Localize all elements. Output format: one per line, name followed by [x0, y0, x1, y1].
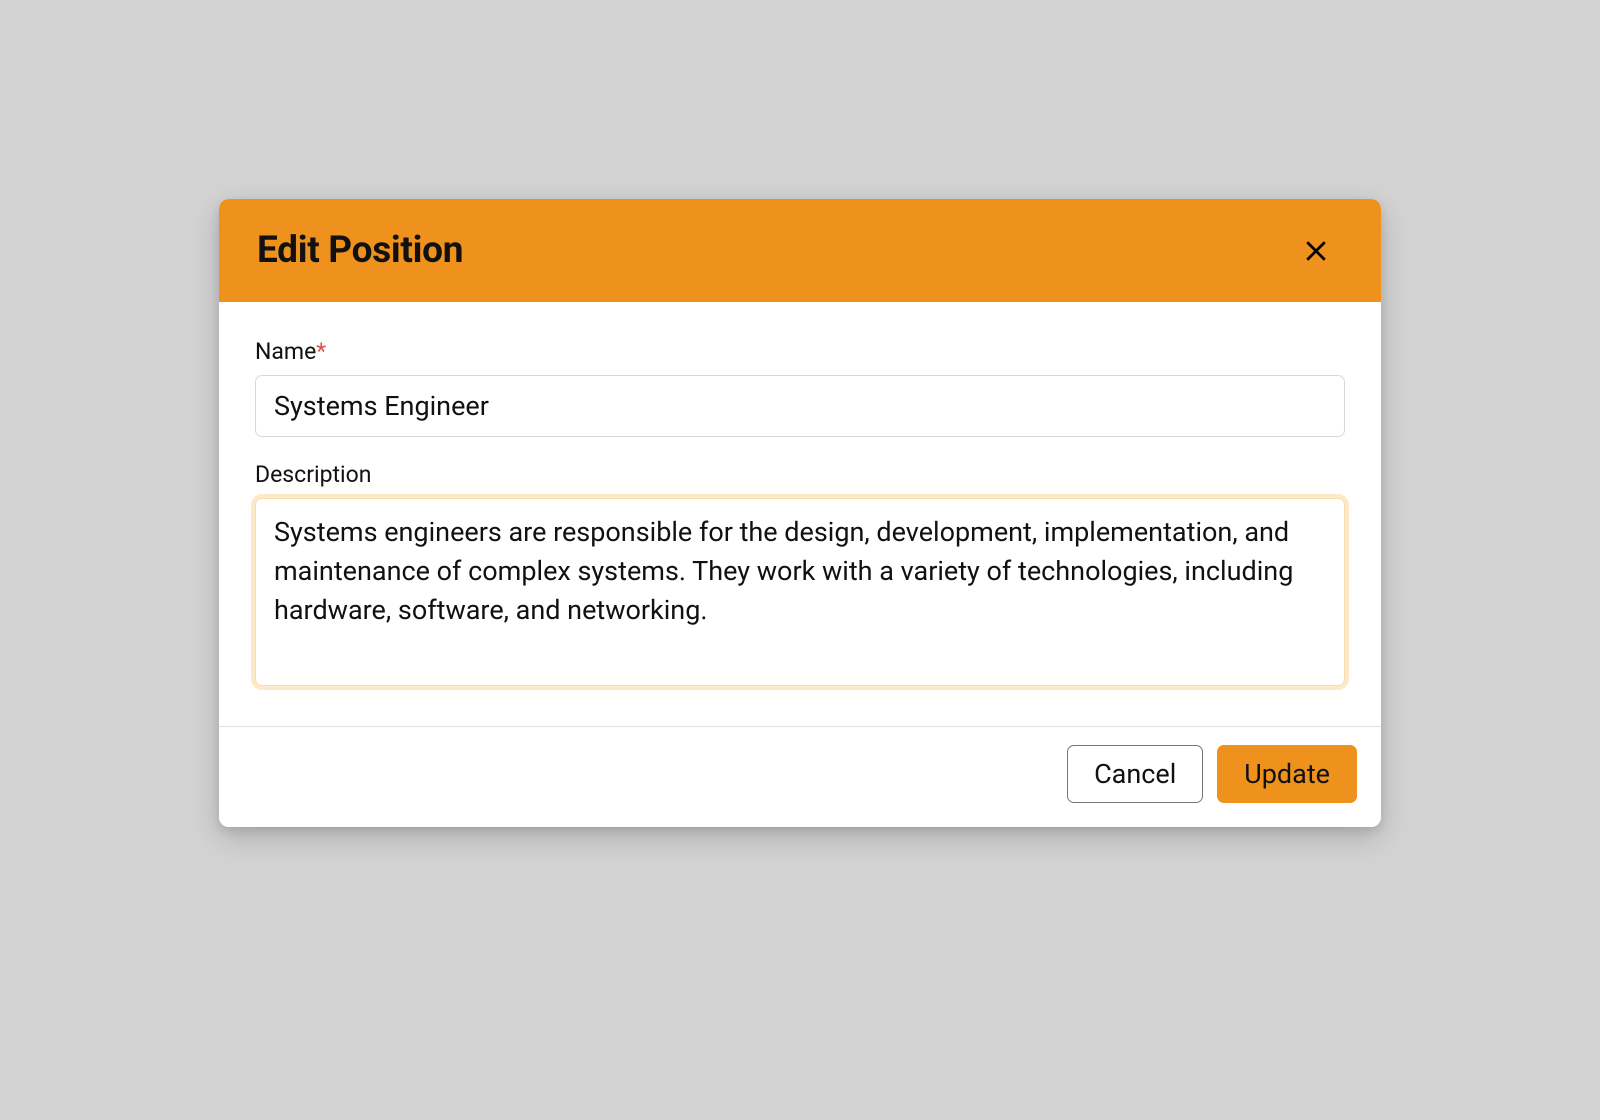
cancel-button[interactable]: Cancel	[1067, 745, 1203, 803]
modal-body: Name* Description Systems engineers are …	[219, 302, 1381, 726]
modal-footer: Cancel Update	[219, 726, 1381, 827]
name-input[interactable]	[255, 375, 1345, 437]
edit-position-modal: Edit Position Name* Description Systems …	[219, 199, 1381, 827]
description-field-group: Description Systems engineers are respon…	[255, 461, 1345, 690]
description-textarea[interactable]: Systems engineers are responsible for th…	[255, 498, 1345, 686]
name-label: Name*	[255, 338, 1345, 365]
modal-title: Edit Position	[257, 229, 463, 272]
name-label-text: Name	[255, 338, 316, 365]
update-button[interactable]: Update	[1217, 745, 1357, 803]
name-field-group: Name*	[255, 338, 1345, 437]
required-indicator: *	[316, 338, 326, 365]
close-button[interactable]	[1297, 232, 1335, 270]
modal-header: Edit Position	[219, 199, 1381, 302]
description-label: Description	[255, 461, 1345, 488]
close-icon	[1301, 236, 1331, 266]
